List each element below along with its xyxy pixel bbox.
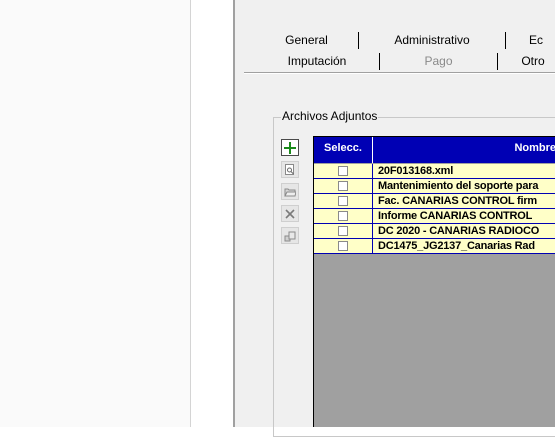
left-panel (0, 0, 190, 427)
tab-imputacion[interactable]: Imputación (255, 53, 380, 70)
select-cell (314, 179, 373, 193)
column-header-name[interactable]: Nombre (374, 137, 555, 163)
delete-icon (285, 208, 295, 219)
tab-label: Administrativo (394, 33, 470, 47)
column-header-select[interactable]: Selecc. (314, 137, 373, 163)
tab-pago[interactable]: Pago (380, 53, 498, 70)
select-cell (314, 164, 373, 178)
select-checkbox[interactable] (338, 196, 348, 206)
add-icon (284, 141, 296, 154)
attachment-name: DC 2020 - CANARIAS RADIOCO (378, 225, 540, 237)
grid-header: Selecc. Nombre (314, 137, 555, 163)
tab-row-1: General Administrativo Ec (255, 32, 555, 49)
tab-economico[interactable]: Ec (506, 32, 555, 49)
tab-label: Imputación (287, 54, 347, 68)
attachment-name: Informe CANARIAS CONTROL (378, 210, 533, 222)
open-folder-icon (284, 188, 296, 196)
tab-label: General (285, 33, 328, 47)
attachment-name: 20F013168.xml (378, 165, 454, 177)
tab-row-2: Imputación Pago Otro (255, 53, 555, 70)
select-checkbox[interactable] (338, 226, 348, 236)
add-attachment-button[interactable] (281, 139, 299, 156)
delete-attachment-button[interactable] (281, 205, 299, 222)
tab-label: Otro (521, 54, 545, 68)
select-checkbox[interactable] (338, 166, 348, 176)
attachment-name: DC1475_JG2137_Canarias Rad (378, 240, 535, 252)
select-checkbox[interactable] (338, 211, 348, 221)
table-row[interactable]: Mantenimiento del soporte para (314, 179, 555, 194)
scan-attachment-button[interactable] (281, 227, 299, 244)
tab-label: Ec (528, 33, 543, 47)
attachments-group-label: Archivos Adjuntos (281, 109, 379, 123)
preview-icon (285, 163, 294, 175)
gutter (191, 0, 233, 427)
select-cell (314, 194, 373, 208)
scan-icon (284, 231, 296, 241)
attachment-name: Fac. CANARIAS CONTROL firm (378, 195, 537, 207)
tab-label: Pago (424, 54, 453, 68)
table-row[interactable]: Informe CANARIAS CONTROL (314, 209, 555, 224)
preview-attachment-button[interactable] (281, 161, 299, 178)
select-cell (314, 209, 373, 223)
tab-administrativo[interactable]: Administrativo (359, 32, 506, 49)
column-header-name-label: Nombre (514, 142, 555, 154)
select-cell (314, 224, 373, 238)
attachments-grid[interactable]: Selecc. Nombre 20F013168.xml Mantenimient… (313, 136, 555, 427)
table-row[interactable]: Fac. CANARIAS CONTROL firm (314, 194, 555, 209)
open-attachment-button[interactable] (281, 183, 299, 200)
tab-otros[interactable]: Otro (498, 53, 555, 70)
select-checkbox[interactable] (338, 241, 348, 251)
table-row[interactable]: DC 2020 - CANARIAS RADIOCO (314, 224, 555, 239)
attachment-name: Mantenimiento del soporte para (378, 180, 539, 192)
select-cell (314, 239, 373, 253)
table-row[interactable]: DC1475_JG2137_Canarias Rad (314, 239, 555, 254)
table-row[interactable]: 20F013168.xml (314, 164, 555, 179)
select-checkbox[interactable] (338, 181, 348, 191)
tab-panel-highlight (244, 73, 555, 74)
tab-general[interactable]: General (255, 32, 359, 49)
